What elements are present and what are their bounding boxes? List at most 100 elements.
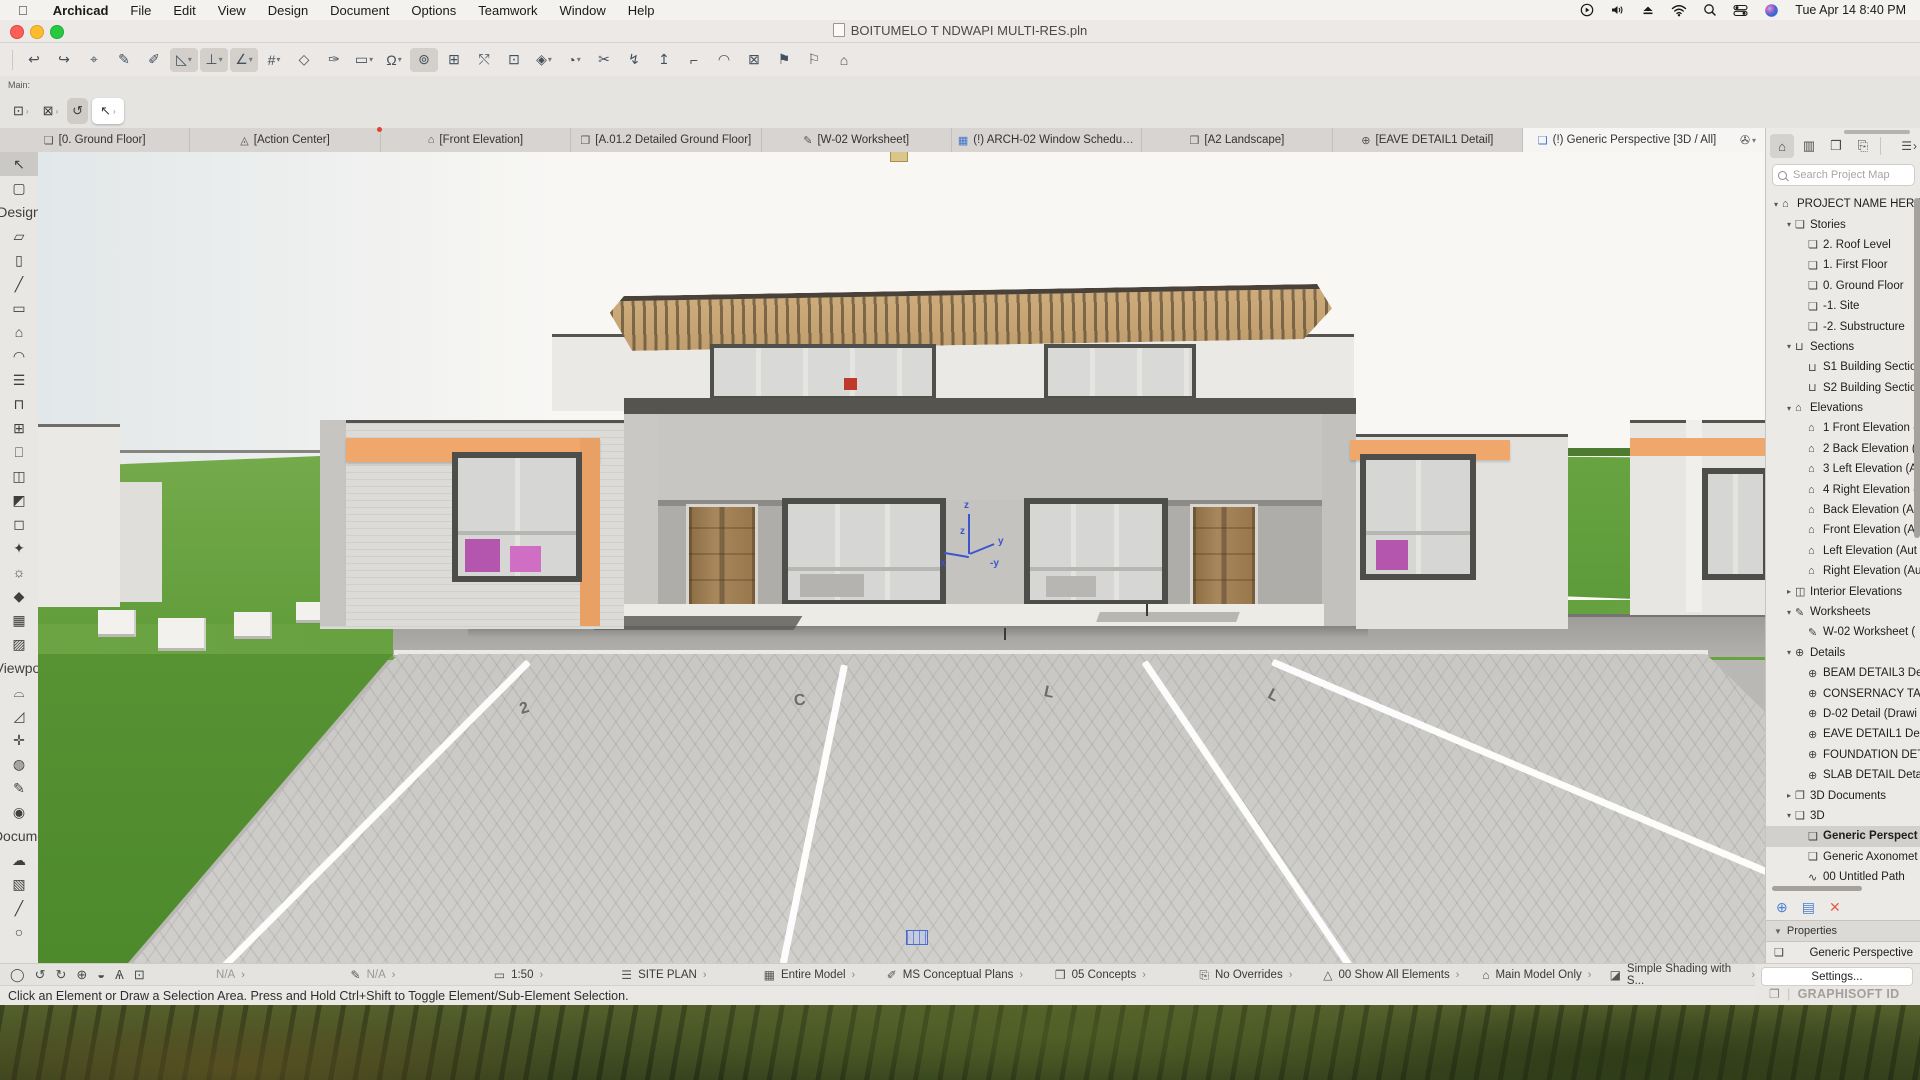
navigator-map-button[interactable]: ⌂ xyxy=(1770,134,1794,158)
toolbar-button[interactable]: ⊞ xyxy=(440,48,468,72)
toolbar-button[interactable]: ⚑ xyxy=(770,48,798,72)
menu-item[interactable]: View xyxy=(207,3,257,18)
tree-item[interactable]: ❑ Generic Perspect xyxy=(1766,826,1920,846)
navigator-action-button[interactable]: ▤ xyxy=(1802,899,1815,916)
view-tab[interactable]: ▦ (!) ARCH-02 Window Schedule... xyxy=(952,128,1142,152)
quick-option-segment[interactable]: ✐ MS Conceptual Plans › xyxy=(882,963,1027,987)
expand-arrow-icon[interactable]: ▾ xyxy=(1783,811,1795,820)
menu-item[interactable]: Options xyxy=(400,3,467,18)
view-tab[interactable]: ⊕ [EAVE DETAIL1 Detail] xyxy=(1333,128,1523,152)
toolbox-item[interactable]: Docume xyxy=(0,824,38,848)
tree-item[interactable]: ⊕ BEAM DETAIL3 De xyxy=(1766,663,1920,683)
tree-item[interactable]: ⌂ 2 Back Elevation (A xyxy=(1766,439,1920,459)
view-quick-options-button[interactable]: ✇ ▾ xyxy=(1731,128,1765,152)
toolbar-button[interactable]: ✐ xyxy=(140,48,168,72)
menu-item[interactable]: Teamwork xyxy=(467,3,548,18)
tree-item[interactable]: ❏ 2. Roof Level xyxy=(1766,235,1920,255)
toolbox-item[interactable]: ⊞ xyxy=(0,416,38,440)
toolbar-button[interactable]: ⤲ xyxy=(470,48,498,72)
3d-viewport[interactable]: 2CLL xyxy=(38,152,1765,963)
toolbar-button[interactable]: ◇ xyxy=(290,48,318,72)
toolbox-item[interactable]: ☼ xyxy=(0,560,38,584)
quick-option-segment[interactable]: N/A › xyxy=(155,963,300,987)
toolbox-item[interactable]: ◻ xyxy=(0,512,38,536)
expand-arrow-icon[interactable]: ▾ xyxy=(1783,220,1795,229)
toolbox-item[interactable]: ⎕ xyxy=(0,440,38,464)
tree-item[interactable]: ⊕ D-02 Detail (Drawi xyxy=(1766,704,1920,724)
toolbox-item[interactable]: ╱ xyxy=(0,896,38,920)
toolbox-item[interactable]: ◫ xyxy=(0,464,38,488)
tree-item[interactable]: ❏ -1. Site xyxy=(1766,296,1920,316)
toolbar-button[interactable]: ◺ ▾ xyxy=(170,48,198,72)
menu-bar-clock[interactable]: Tue Apr 14 8:40 PM xyxy=(1795,3,1906,17)
toolbox-item[interactable]: ⌓ xyxy=(0,680,38,704)
toolbar-button[interactable]: ↩ xyxy=(20,48,48,72)
navigator-menu-button[interactable]: ☰ › xyxy=(1901,139,1917,153)
toolbox-item[interactable]: Viewpoi xyxy=(0,656,38,680)
expand-arrow-icon[interactable]: ▾ xyxy=(1783,608,1795,617)
tree-item[interactable]: ⌂ Left Elevation (Aut xyxy=(1766,541,1920,561)
toolbox-item[interactable]: ☰ xyxy=(0,368,38,392)
quick-option-segment[interactable]: ☰ SITE PLAN › xyxy=(591,963,736,987)
tree-item[interactable]: ⌂ Right Elevation (Au xyxy=(1766,561,1920,581)
toolbar-button[interactable]: ⊚ xyxy=(410,48,438,72)
tree-item[interactable]: ▸ ◫ Interior Elevations xyxy=(1766,581,1920,601)
tree-item[interactable]: ⊕ SLAB DETAIL Deta xyxy=(1766,765,1920,785)
toolbar-button[interactable]: Ω ▾ xyxy=(380,48,408,72)
settings-button[interactable]: Settings... xyxy=(1761,967,1913,986)
mini-toolbar-button[interactable]: ⊡ › xyxy=(8,98,34,124)
properties-header[interactable]: ▼ Properties xyxy=(1766,920,1920,942)
expand-arrow-icon[interactable]: ▸ xyxy=(1783,587,1795,596)
tree-item[interactable]: ▾ ✎ Worksheets xyxy=(1766,602,1920,622)
toolbar-button[interactable]: ↥ xyxy=(650,48,678,72)
menu-item[interactable]: File xyxy=(119,3,162,18)
toolbar-button[interactable]: ✑ xyxy=(320,48,348,72)
toolbar-button[interactable]: ⌂ xyxy=(830,48,858,72)
project-map-search[interactable] xyxy=(1772,164,1915,186)
menu-item[interactable]: Archicad xyxy=(42,3,120,18)
toolbox-item[interactable]: Design xyxy=(0,200,38,224)
tree-item[interactable]: ▾ ⌂ Elevations xyxy=(1766,398,1920,418)
tree-item[interactable]: ⌂ 4 Right Elevation ( xyxy=(1766,479,1920,499)
toolbox-item[interactable]: ⌂ xyxy=(0,320,38,344)
view-nav-icon[interactable]: ◒ xyxy=(97,967,105,983)
view-nav-icon[interactable]: ↺ xyxy=(35,967,46,983)
toolbar-button[interactable]: ↪ xyxy=(50,48,78,72)
view-nav-icon[interactable]: ⊡ xyxy=(134,967,145,983)
view-tab[interactable]: ❒ [A2 Landscape] xyxy=(1142,128,1332,152)
menu-item[interactable]: Design xyxy=(257,3,319,18)
menu-item[interactable]: Document xyxy=(319,3,400,18)
tree-item[interactable]: ⊕ FOUNDATION DET xyxy=(1766,745,1920,765)
apple-menu-icon[interactable]:  xyxy=(0,3,42,18)
sidebar-hscroll-top[interactable] xyxy=(1844,130,1910,134)
tree-item[interactable]: ▾ ❑ 3D xyxy=(1766,806,1920,826)
tree-item[interactable]: ▸ ❐ 3D Documents xyxy=(1766,785,1920,805)
toolbox-item[interactable]: ✛ xyxy=(0,728,38,752)
tree-item[interactable]: ❏ 1. First Floor xyxy=(1766,255,1920,275)
toolbar-button[interactable]: ⊥ ▾ xyxy=(200,48,228,72)
view-nav-icon[interactable]: ⊕ xyxy=(76,967,87,983)
siri-icon[interactable] xyxy=(1764,3,1779,18)
tree-item[interactable]: ▾ ⊕ Details xyxy=(1766,643,1920,663)
toolbox-item[interactable]: ◍ xyxy=(0,752,38,776)
tree-item[interactable]: ⌂ 3 Left Elevation (A xyxy=(1766,459,1920,479)
expand-arrow-icon[interactable]: ▾ xyxy=(1783,342,1795,351)
toolbox-item[interactable]: ✦ xyxy=(0,536,38,560)
toolbox-item[interactable]: ▢ xyxy=(0,176,38,200)
navigator-action-button[interactable]: ✕ xyxy=(1829,899,1841,916)
tree-item[interactable]: ⊕ EAVE DETAIL1 Det. xyxy=(1766,724,1920,744)
toolbox-item[interactable]: ▨ xyxy=(0,632,38,656)
control-center-icon[interactable] xyxy=(1733,4,1748,17)
tree-item[interactable]: ⌂ Front Elevation (Au xyxy=(1766,520,1920,540)
toolbar-button[interactable]: ✎ xyxy=(110,48,138,72)
volume-icon[interactable] xyxy=(1610,3,1625,17)
quick-option-segment[interactable]: △ 00 Show All Elements › xyxy=(1319,963,1464,987)
tree-item[interactable]: ⊔ S2 Building Sectio xyxy=(1766,378,1920,398)
toolbar-button[interactable]: ⚐ xyxy=(800,48,828,72)
toolbox-item[interactable]: ╱ xyxy=(0,272,38,296)
toolbar-button[interactable]: ⌐ xyxy=(680,48,708,72)
tree-item[interactable]: ❏ -2. Substructure xyxy=(1766,316,1920,336)
view-tab[interactable]: ✎ [W-02 Worksheet] xyxy=(762,128,952,152)
wifi-icon[interactable] xyxy=(1671,4,1687,17)
eject-icon[interactable] xyxy=(1641,3,1655,17)
